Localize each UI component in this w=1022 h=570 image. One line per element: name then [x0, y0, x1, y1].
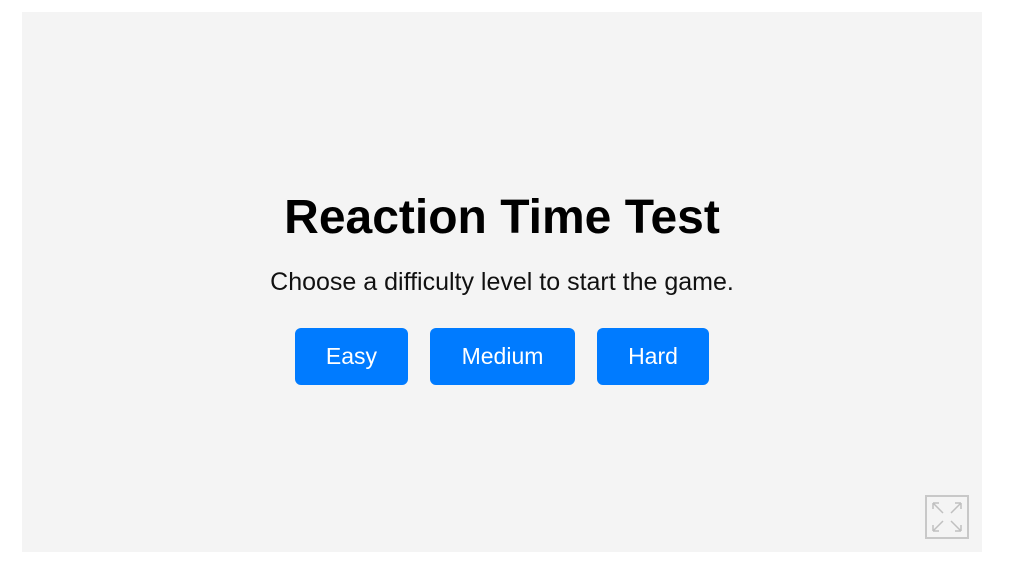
easy-button[interactable]: Easy — [295, 328, 408, 385]
game-canvas: Reaction Time Test Choose a difficulty l… — [22, 12, 982, 552]
medium-button[interactable]: Medium — [430, 328, 575, 385]
fullscreen-icon — [932, 502, 962, 532]
game-instructions: Choose a difficulty level to start the g… — [270, 268, 734, 296]
difficulty-buttons: Easy Medium Hard — [22, 328, 982, 385]
game-title: Reaction Time Test — [284, 191, 720, 244]
hard-button[interactable]: Hard — [597, 328, 709, 385]
fullscreen-button[interactable] — [925, 495, 969, 539]
